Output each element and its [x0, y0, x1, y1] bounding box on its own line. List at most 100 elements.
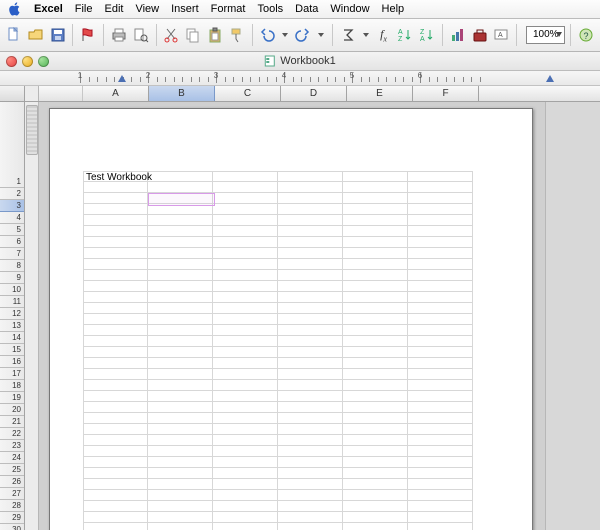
menu-help[interactable]: Help	[376, 3, 411, 15]
cell-C30[interactable]	[213, 490, 278, 501]
cell-F29[interactable]	[408, 479, 473, 490]
cell-D32[interactable]	[278, 512, 343, 523]
menu-window[interactable]: Window	[324, 3, 375, 15]
cell-E16[interactable]	[343, 336, 408, 347]
cell-E24[interactable]	[343, 424, 408, 435]
cell-E22[interactable]	[343, 402, 408, 413]
cell-D18[interactable]	[278, 358, 343, 369]
zoom-select[interactable]: 100%	[526, 26, 565, 44]
cell-C15[interactable]	[213, 325, 278, 336]
cell-B20[interactable]	[148, 380, 213, 391]
cell-D26[interactable]	[278, 446, 343, 457]
cell-B22[interactable]	[148, 402, 213, 413]
cell-B18[interactable]	[148, 358, 213, 369]
cell-D15[interactable]	[278, 325, 343, 336]
cell-B3[interactable]	[148, 193, 213, 204]
cell-E9[interactable]	[343, 259, 408, 270]
menu-data[interactable]: Data	[289, 3, 324, 15]
cell-D29[interactable]	[278, 479, 343, 490]
cell-A14[interactable]	[83, 314, 148, 325]
cell-F22[interactable]	[408, 402, 473, 413]
cell-E4[interactable]	[343, 204, 408, 215]
cell-D1[interactable]	[278, 171, 343, 182]
cell-E14[interactable]	[343, 314, 408, 325]
cell-B17[interactable]	[148, 347, 213, 358]
cell-A17[interactable]	[83, 347, 148, 358]
cell-A24[interactable]	[83, 424, 148, 435]
cell-C1[interactable]	[213, 171, 278, 182]
cell-F11[interactable]	[408, 281, 473, 292]
cell-A6[interactable]	[83, 226, 148, 237]
function-icon[interactable]: fx	[374, 23, 394, 47]
cell-A22[interactable]	[83, 402, 148, 413]
cell-D14[interactable]	[278, 314, 343, 325]
cell-A31[interactable]	[83, 501, 148, 512]
row-header-7[interactable]: 7	[0, 248, 24, 260]
whiteboard-icon[interactable]: A	[492, 23, 512, 47]
cell-B29[interactable]	[148, 479, 213, 490]
cell-E25[interactable]	[343, 435, 408, 446]
cell-C13[interactable]	[213, 303, 278, 314]
cell-A23[interactable]	[83, 413, 148, 424]
cell-A1[interactable]: Test Workbook	[83, 171, 148, 182]
cell-B13[interactable]	[148, 303, 213, 314]
undo-dropdown-icon[interactable]	[279, 23, 291, 47]
column-header-D[interactable]: D	[281, 86, 347, 101]
cell-D10[interactable]	[278, 270, 343, 281]
cell-F1[interactable]	[408, 171, 473, 182]
cell-B26[interactable]	[148, 446, 213, 457]
cell-A28[interactable]	[83, 468, 148, 479]
help-icon[interactable]: ?	[576, 23, 596, 47]
menu-insert[interactable]: Insert	[165, 3, 205, 15]
row-header-24[interactable]: 24	[0, 452, 24, 464]
cell-F4[interactable]	[408, 204, 473, 215]
toolbox-icon[interactable]	[470, 23, 490, 47]
cell-A11[interactable]	[83, 281, 148, 292]
menu-format[interactable]: Format	[205, 3, 252, 15]
cell-E17[interactable]	[343, 347, 408, 358]
cell-B19[interactable]	[148, 369, 213, 380]
cell-A32[interactable]	[83, 512, 148, 523]
cell-B10[interactable]	[148, 270, 213, 281]
cell-B27[interactable]	[148, 457, 213, 468]
row-header-28[interactable]: 28	[0, 500, 24, 512]
cell-E1[interactable]	[343, 171, 408, 182]
cell-C29[interactable]	[213, 479, 278, 490]
row-header-11[interactable]: 11	[0, 296, 24, 308]
menu-view[interactable]: View	[129, 3, 165, 15]
cell-A12[interactable]	[83, 292, 148, 303]
cell-A33[interactable]	[83, 523, 148, 530]
cell-A26[interactable]	[83, 446, 148, 457]
cell-E29[interactable]	[343, 479, 408, 490]
cell-E10[interactable]	[343, 270, 408, 281]
cell-A18[interactable]	[83, 358, 148, 369]
cell-D33[interactable]	[278, 523, 343, 530]
cell-D19[interactable]	[278, 369, 343, 380]
cell-E6[interactable]	[343, 226, 408, 237]
cell-B9[interactable]	[148, 259, 213, 270]
cell-E7[interactable]	[343, 237, 408, 248]
row-header-15[interactable]: 15	[0, 344, 24, 356]
cell-E33[interactable]	[343, 523, 408, 530]
cell-D7[interactable]	[278, 237, 343, 248]
cell-D4[interactable]	[278, 204, 343, 215]
cell-B21[interactable]	[148, 391, 213, 402]
app-name[interactable]: Excel	[28, 3, 69, 15]
cell-D9[interactable]	[278, 259, 343, 270]
cell-C2[interactable]	[213, 182, 278, 193]
cell-E30[interactable]	[343, 490, 408, 501]
cell-B1[interactable]	[148, 171, 213, 182]
cell-D22[interactable]	[278, 402, 343, 413]
cell-E13[interactable]	[343, 303, 408, 314]
cell-B11[interactable]	[148, 281, 213, 292]
row-header-10[interactable]: 10	[0, 284, 24, 296]
cell-D31[interactable]	[278, 501, 343, 512]
cell-D25[interactable]	[278, 435, 343, 446]
cell-F31[interactable]	[408, 501, 473, 512]
autosum-dropdown-icon[interactable]	[360, 23, 372, 47]
cell-E26[interactable]	[343, 446, 408, 457]
cell-D16[interactable]	[278, 336, 343, 347]
cell-E2[interactable]	[343, 182, 408, 193]
cell-C22[interactable]	[213, 402, 278, 413]
cell-C4[interactable]	[213, 204, 278, 215]
